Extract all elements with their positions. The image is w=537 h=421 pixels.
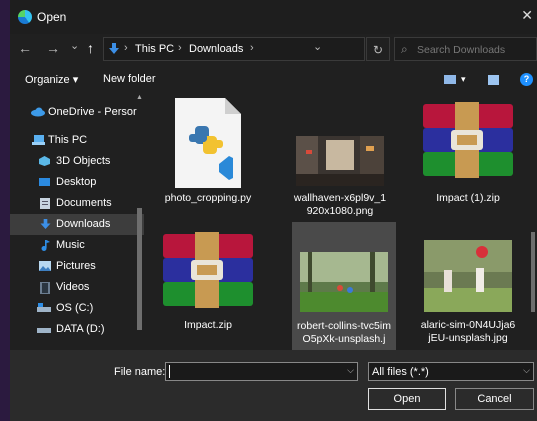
file-item-highlighted[interactable]: robert-collins-tvc5imO5pXk-unsplash.j [292, 222, 396, 350]
chevron-down-icon: ⌵ [523, 365, 530, 375]
breadcrumb-separator: › [124, 42, 128, 54]
refresh-button[interactable]: ↻ [366, 37, 390, 61]
file-list-scrollbar[interactable] [529, 94, 537, 350]
pictures-icon [39, 261, 51, 271]
desktop-icon [39, 178, 50, 186]
file-item[interactable]: wallhaven-x6pl9v_1920x1080.png [290, 94, 390, 218]
recent-locations-button[interactable]: ⌄ [70, 39, 79, 52]
forest-children-image [300, 252, 388, 312]
sidebar-item-3d-objects[interactable]: 3D Objects [10, 151, 144, 172]
back-button[interactable]: ← [18, 40, 32, 56]
change-view-icon[interactable] [444, 75, 456, 84]
sidebar-item-label: This PC [48, 134, 88, 146]
sidebar-item-desktop[interactable]: Desktop [10, 172, 144, 193]
cloud-icon [31, 107, 45, 117]
file-name-label: File name: [114, 366, 166, 378]
drive-icon [37, 328, 51, 333]
sidebar-item-videos[interactable]: Videos [10, 277, 144, 298]
file-name: alaric-sim-0N4UJja6jEU-unsplash.jpg [420, 319, 516, 344]
sidebar-item-onedrive[interactable]: OneDrive - Persor [10, 102, 144, 123]
python-file-icon [175, 98, 241, 188]
computer-icon [32, 135, 45, 145]
scrollbar-thumb[interactable] [137, 208, 142, 330]
search-icon: ⌕ [401, 42, 408, 56]
chevron-down-icon[interactable]: ⌵ [347, 365, 354, 376]
sidebar-item-data-d[interactable]: DATA (D:) [10, 319, 144, 340]
scrollbar-thumb[interactable] [531, 232, 535, 312]
sidebar-item-label: OneDrive - Persor [48, 106, 137, 118]
drive-icon [37, 303, 51, 312]
file-type-select[interactable]: All files (*.*) ⌵ [368, 362, 534, 381]
sidebar-item-label: Videos [56, 281, 90, 293]
breadcrumb-this-pc[interactable]: This PC [135, 43, 174, 55]
search-placeholder: Search Downloads [417, 44, 506, 56]
open-file-dialog: Open ✕ ← → ⌄ ↑ › This PC › Downloads › ⌄… [10, 0, 537, 421]
breadcrumb-separator: › [178, 42, 182, 54]
sidebar-item-label: Music [56, 239, 85, 251]
sidebar-item-this-pc[interactable]: This PC [10, 130, 144, 151]
forward-button[interactable]: → [46, 40, 60, 56]
winrar-archive-icon [163, 232, 253, 308]
file-item[interactable]: photo_cropping.py [158, 94, 258, 218]
dialog-footer: File name: ⌵ All files (*.*) ⌵ Open Canc… [10, 350, 537, 421]
cube-icon [39, 156, 50, 166]
address-bar[interactable]: › This PC › Downloads › ⌄ [103, 37, 365, 61]
file-item[interactable]: Impact (1).zip [418, 94, 518, 218]
sidebar-item-label: Desktop [56, 176, 97, 188]
close-button[interactable]: ✕ [521, 7, 533, 24]
help-icon[interactable]: ? [520, 73, 533, 86]
city-street-image [296, 136, 384, 186]
file-name-input[interactable]: ⌵ [165, 362, 358, 381]
navigation-bar: ← → ⌄ ↑ › This PC › Downloads › ⌄ ↻ ⌕ Se… [10, 34, 537, 64]
video-icon [40, 282, 50, 294]
preview-pane-icon[interactable] [488, 75, 499, 85]
breadcrumb-downloads[interactable]: Downloads [189, 43, 243, 55]
sidebar-item-os-c[interactable]: OS (C:) [10, 298, 144, 319]
document-icon [40, 198, 50, 209]
address-dropdown-icon[interactable]: ⌄ [313, 40, 322, 53]
dialog-title: Open [37, 10, 67, 24]
file-name: wallhaven-x6pl9v_1920x1080.png [293, 192, 387, 217]
search-box[interactable]: ⌕ Search Downloads [394, 37, 537, 61]
file-item[interactable]: Impact.zip [158, 226, 258, 350]
sidebar-item-label: Documents [56, 197, 112, 209]
sidebar-item-documents[interactable]: Documents [10, 193, 144, 214]
view-dropdown-icon[interactable]: ▾ [461, 74, 466, 85]
sidebar-item-label: DATA (D:) [56, 323, 105, 335]
file-list: photo_cropping.py wallhaven-x6pl9v_1920x… [146, 94, 537, 350]
file-name: robert-collins-tvc5imO5pXk-unsplash.j [297, 320, 391, 345]
open-button[interactable]: Open [368, 388, 446, 410]
file-type-value: All files (*.*) [372, 366, 429, 378]
download-folder-icon [109, 43, 119, 54]
sidebar-item-pictures[interactable]: Pictures [10, 256, 144, 277]
text-caret [169, 365, 170, 378]
sidebar-item-downloads[interactable]: Downloads [10, 214, 144, 235]
scroll-up-arrow[interactable]: ▲ [136, 94, 143, 101]
edge-app-icon [18, 10, 32, 24]
title-bar: Open ✕ [10, 0, 537, 34]
file-name: photo_cropping.py [164, 192, 252, 204]
breadcrumb-separator: › [250, 42, 254, 54]
navigation-pane-scrollbar[interactable]: ▲ [136, 94, 144, 350]
sidebar-item-label: Pictures [56, 260, 96, 272]
sidebar-item-music[interactable]: Music [10, 235, 144, 256]
kids-balloon-image [424, 240, 512, 312]
up-folder-button[interactable]: ↑ [87, 40, 94, 56]
new-folder-button[interactable]: New folder [103, 73, 156, 85]
music-icon [41, 240, 50, 251]
file-name: Impact.zip [184, 319, 232, 331]
sidebar-item-label: 3D Objects [56, 155, 111, 167]
download-icon [40, 219, 51, 229]
cancel-button[interactable]: Cancel [455, 388, 534, 410]
file-name: Impact (1).zip [436, 192, 500, 204]
command-bar: Organize ▾ New folder ▾ ? [10, 66, 537, 92]
organize-menu[interactable]: Organize ▾ [25, 73, 78, 86]
sidebar-item-label: Downloads [56, 218, 111, 230]
file-item[interactable]: alaric-sim-0N4UJja6jEU-unsplash.jpg [418, 226, 518, 350]
winrar-archive-icon [423, 102, 513, 178]
navigation-pane: OneDrive - Persor This PC 3D Objects Des… [10, 94, 144, 350]
sidebar-item-label: OS (C:) [56, 302, 94, 314]
